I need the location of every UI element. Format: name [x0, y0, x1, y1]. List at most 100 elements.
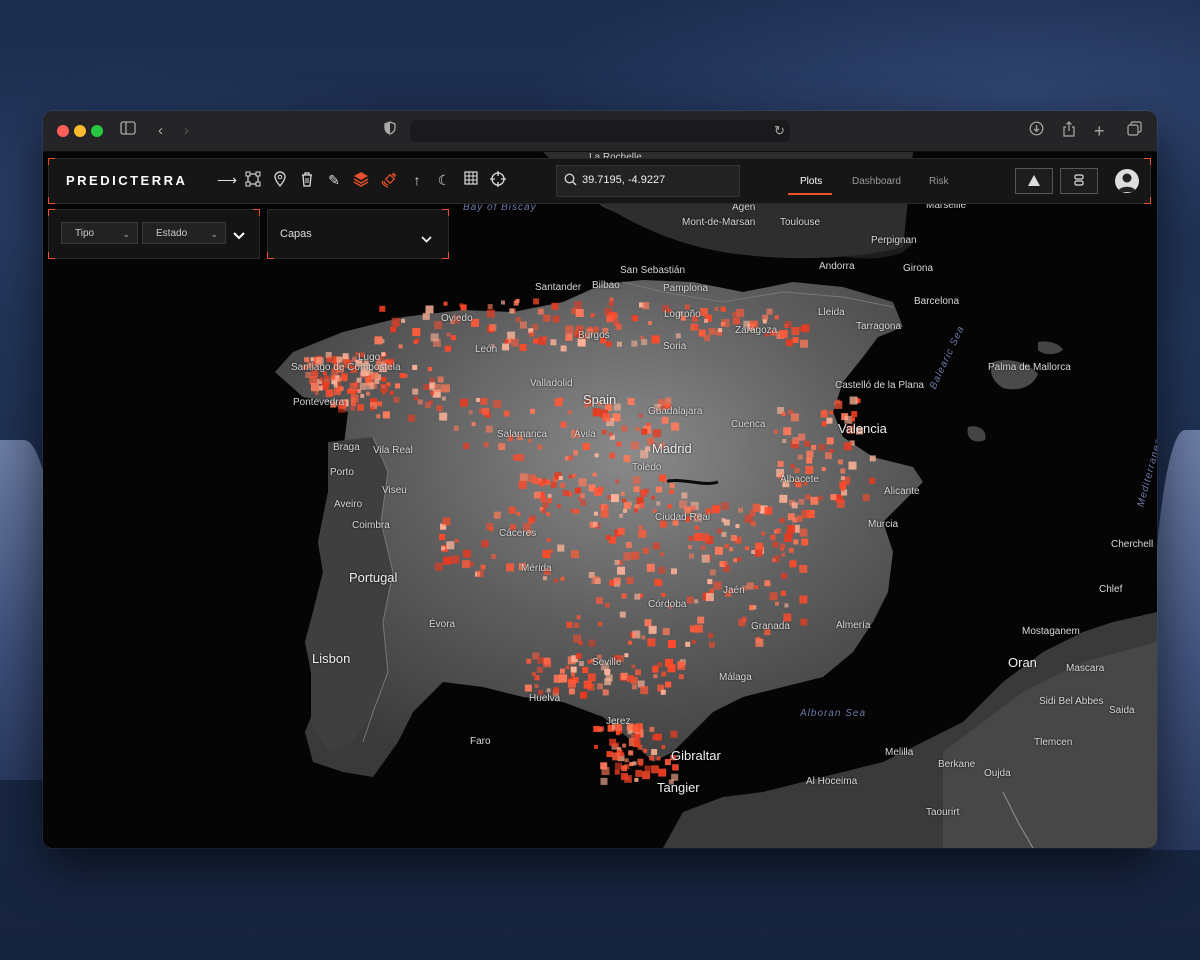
frame-corner: [48, 197, 55, 204]
city-label: Taourirt: [926, 807, 960, 818]
close-window-button[interactable]: [57, 125, 69, 137]
new-tab-icon[interactable]: +: [1094, 121, 1105, 141]
risk-cell: [718, 328, 723, 333]
risk-cell: [441, 546, 446, 551]
risk-cell: [661, 416, 669, 424]
sidebar-toggle-icon[interactable]: [120, 121, 136, 141]
north-arrow-icon[interactable]: ↑: [408, 171, 426, 189]
risk-cell: [790, 464, 795, 469]
tab-plots[interactable]: Plots: [800, 176, 822, 187]
layers-panel[interactable]: Capas: [267, 209, 449, 259]
risk-cell: [651, 495, 656, 500]
country-label: Spain: [583, 392, 617, 407]
city-label: Guadalajara: [648, 406, 703, 417]
address-bar[interactable]: [410, 120, 790, 142]
minimize-window-button[interactable]: [74, 125, 86, 137]
city-label: Gibraltar: [671, 748, 721, 763]
risk-cell: [512, 454, 519, 461]
risk-cell: [450, 335, 456, 341]
database-icon: [1074, 174, 1084, 186]
desktop-dune-right: [1150, 430, 1200, 850]
pin-icon[interactable]: [271, 171, 289, 189]
user-icon: [1118, 173, 1136, 192]
risk-cell: [636, 497, 644, 505]
risk-cell: [781, 573, 787, 579]
risk-cell: [574, 487, 581, 494]
city-label: Valencia: [838, 421, 887, 436]
risk-cell: [660, 689, 666, 695]
risk-cell: [646, 563, 655, 572]
risk-cell: [681, 492, 688, 499]
tab-risk[interactable]: Risk: [929, 176, 948, 187]
risk-cell: [621, 593, 627, 599]
risk-cell: [805, 465, 814, 474]
risk-cell: [780, 590, 786, 596]
risk-cell: [749, 605, 755, 611]
line-tool-icon[interactable]: ⟶: [217, 171, 237, 189]
ibiza: [967, 426, 986, 442]
trash-icon[interactable]: [298, 171, 316, 189]
tipo-select[interactable]: Tipo ⌄: [61, 222, 138, 244]
risk-cell: [366, 391, 370, 396]
risk-cell: [720, 322, 725, 326]
layers-icon[interactable]: [352, 171, 370, 189]
grid-icon[interactable]: [462, 171, 480, 189]
risk-cell: [822, 409, 827, 414]
risk-cell: [377, 401, 383, 407]
tabs-overview-icon[interactable]: [1127, 121, 1142, 142]
risk-cell: [543, 659, 552, 668]
risk-cell: [604, 505, 609, 510]
risk-cell: [772, 558, 777, 563]
pencil-icon[interactable]: ✎: [325, 171, 343, 189]
risk-cell: [560, 421, 567, 428]
crosshair-icon[interactable]: [489, 171, 507, 189]
risk-cell: [804, 440, 810, 447]
city-label: Mostaganem: [1022, 626, 1080, 637]
risk-cell: [615, 762, 622, 770]
satellite-icon[interactable]: [380, 171, 398, 189]
risk-cell: [350, 406, 355, 411]
chevron-down-icon[interactable]: [421, 230, 432, 248]
risk-cell: [698, 329, 706, 337]
database-button[interactable]: [1060, 168, 1098, 194]
coordinate-search[interactable]: 39.7195, -4.9227: [556, 165, 740, 197]
risk-cell: [600, 509, 609, 518]
risk-cell: [780, 546, 785, 551]
estado-select[interactable]: Estado ⌄: [142, 222, 226, 244]
alerts-button[interactable]: [1015, 168, 1053, 194]
risk-cell: [661, 745, 666, 749]
share-icon[interactable]: [1062, 121, 1076, 143]
risk-cell: [796, 515, 803, 522]
search-input[interactable]: 39.7195, -4.9227: [582, 174, 665, 186]
app-logo[interactable]: PREDICTERRA: [66, 173, 187, 188]
maximize-window-button[interactable]: [91, 125, 103, 137]
risk-cell: [533, 338, 539, 344]
risk-cell: [752, 503, 761, 512]
risk-cell: [567, 410, 572, 415]
city-label: Perpignan: [871, 235, 917, 246]
risk-cell: [582, 667, 589, 673]
dark-mode-icon[interactable]: ☾: [435, 171, 453, 189]
risk-cell: [324, 375, 329, 380]
risk-cell: [370, 406, 375, 411]
risk-cell: [782, 439, 787, 443]
user-avatar[interactable]: [1115, 169, 1139, 193]
risk-cell: [789, 560, 797, 568]
frame-corner: [253, 209, 260, 216]
reload-icon[interactable]: ↻: [774, 121, 785, 141]
expand-filters-icon[interactable]: [233, 227, 245, 245]
city-label: Mont-de-Marsan: [682, 217, 756, 228]
forward-icon[interactable]: ›: [184, 121, 189, 141]
risk-cell: [580, 493, 585, 499]
shield-icon[interactable]: [384, 121, 396, 141]
tab-dashboard[interactable]: Dashboard: [852, 176, 901, 187]
risk-cell: [619, 611, 626, 618]
risk-cell: [635, 769, 643, 777]
download-icon[interactable]: [1029, 121, 1044, 142]
risk-cell: [791, 327, 800, 336]
polygon-tool-icon[interactable]: [244, 171, 262, 189]
back-icon[interactable]: ‹: [158, 121, 163, 141]
risk-cell: [547, 498, 553, 503]
city-label: Cuenca: [731, 419, 766, 430]
risk-cell: [672, 764, 679, 771]
